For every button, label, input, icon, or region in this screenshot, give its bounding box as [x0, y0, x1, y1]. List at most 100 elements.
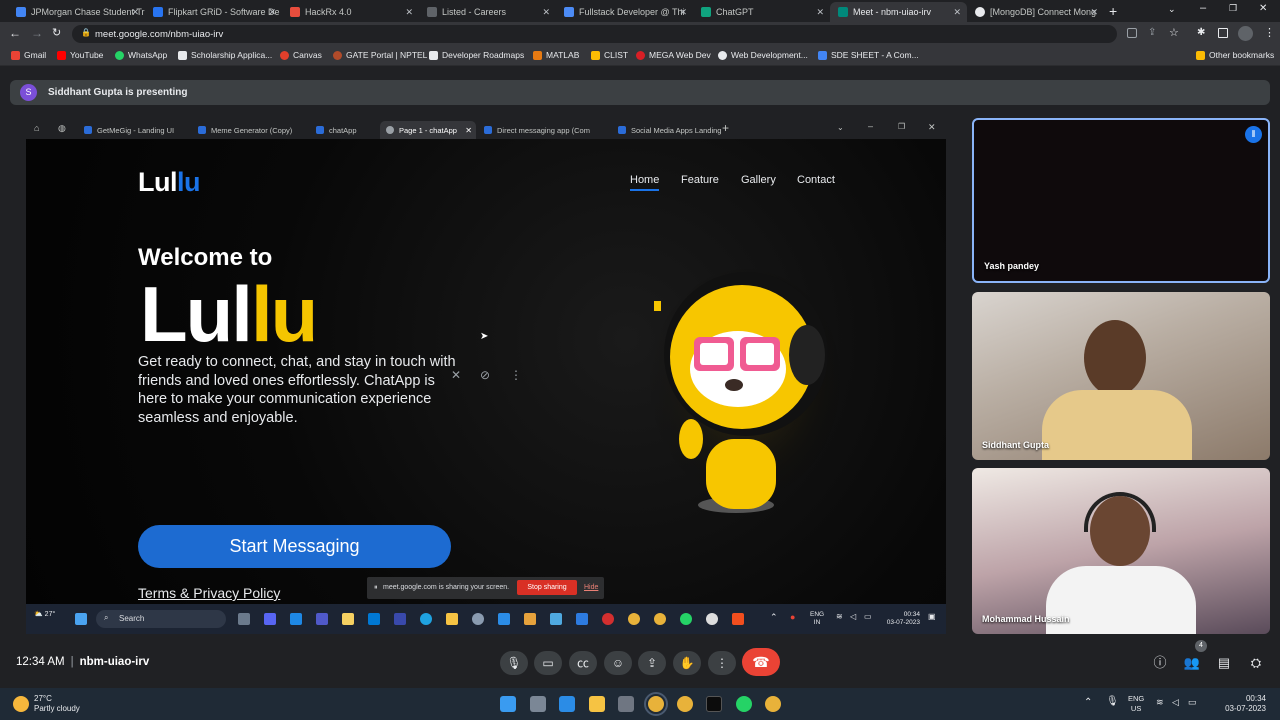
chat-button[interactable]: ▤ [1214, 653, 1234, 673]
browser-tab[interactable]: HackRx 4.0 ✕ [282, 2, 419, 22]
windows-start-icon[interactable] [500, 696, 516, 712]
camera-button[interactable]: ▭ [534, 651, 562, 675]
forward-icon[interactable]: → [31, 26, 43, 40]
browser-tab[interactable]: Flipkart GRiD - Software De ✕ [145, 2, 282, 22]
app-icon[interactable] [618, 696, 634, 712]
participant-video-body [1042, 390, 1192, 460]
bookmark-star-icon[interactable]: ☆ [1169, 26, 1179, 39]
bookmark-sde-sheet[interactable]: SDE SHEET - A Com... [818, 50, 919, 60]
menu-kebab-icon[interactable]: ⋮ [1264, 26, 1275, 39]
raise-hand-button[interactable]: ✋ [673, 651, 701, 675]
terminal-icon[interactable] [706, 696, 722, 712]
file-explorer-icon[interactable] [589, 696, 605, 712]
people-button[interactable]: 👥 [1182, 653, 1202, 673]
close-icon[interactable]: ✕ [679, 7, 687, 18]
tab-label: JPMorgan Chase Student Tr [31, 7, 145, 17]
bookmark-youtube[interactable]: YouTube [57, 50, 103, 60]
bookmark-label: Web Development... [731, 50, 808, 60]
captions-button[interactable]: ㏄ [569, 651, 597, 675]
clock-time: 00:34 [1245, 694, 1266, 703]
bookmark-roadmaps[interactable]: Developer Roadmaps [429, 50, 524, 60]
reactions-button[interactable]: ☺ [604, 651, 632, 675]
tab-label: ChatGPT [716, 7, 754, 17]
volume-icon[interactable]: ◁ [1172, 697, 1179, 708]
activities-button[interactable]: ⛭ [1246, 653, 1266, 673]
browser-tab[interactable]: Fullstack Developer @ Thi ✕ [556, 2, 693, 22]
lang-top: ENG [1128, 694, 1145, 703]
camera-in-use-icon[interactable] [1127, 28, 1137, 38]
bookmark-canvas[interactable]: Canvas [280, 50, 322, 60]
leave-call-button[interactable]: ☎ [742, 648, 780, 676]
close-icon[interactable]: ✕ [268, 7, 276, 18]
mic-icon[interactable]: 🎙 [1106, 696, 1119, 707]
more-options-button[interactable]: ⋮ [708, 651, 736, 675]
lang-top: ENG [810, 611, 825, 618]
more-options-icon[interactable]: ⋮ [510, 368, 522, 382]
extensions-icon[interactable]: ✱ [1197, 27, 1205, 38]
hide-sharing-notice-link[interactable]: Hide [584, 584, 598, 591]
other-bookmarks[interactable]: Other bookmarks [1196, 50, 1274, 60]
system-clock[interactable]: 00:34 03-07-2023 [1225, 694, 1266, 714]
tab-search-icon[interactable]: ⌄ [1168, 4, 1176, 15]
weather-icon[interactable] [13, 696, 29, 712]
meet-control-bar: 12:34 AM | nbm-uiao-irv 🎙 ▭ ㏄ ☺ ⇪ ✋ ⋮ ☎ ⓘ … [0, 640, 1280, 686]
chrome-icon[interactable] [644, 692, 668, 716]
participant-tile-mohammad[interactable]: Mohammad Hussain [972, 468, 1270, 634]
weather-widget[interactable]: 27°C Partly cloudy [34, 694, 80, 714]
unpin-icon[interactable]: ✕ [451, 368, 461, 382]
close-icon[interactable]: ✕ [1090, 7, 1098, 18]
chevron-up-icon[interactable]: ⌃ [1084, 697, 1092, 708]
bookmark-clist[interactable]: CLIST [591, 50, 628, 60]
bookmark-web-development[interactable]: Web Development... [718, 50, 808, 60]
battery-icon[interactable]: ▭ [1188, 697, 1197, 708]
browser-tab-active[interactable]: Meet - nbm-uiao-irv ✕ [830, 2, 967, 22]
tab-label: Flipkart GRiD - Software De [168, 7, 280, 17]
tab-label: Meet - nbm-uiao-irv [853, 7, 932, 17]
profile-avatar[interactable] [1238, 26, 1253, 41]
close-icon[interactable]: ✕ [816, 7, 824, 18]
present-button[interactable]: ⇪ [638, 651, 666, 675]
microphone-button[interactable]: 🎙 [500, 651, 528, 675]
chrome-icon[interactable] [765, 696, 781, 712]
side-panel-icon[interactable] [1218, 28, 1228, 38]
wifi-icon[interactable]: ≋ [1156, 697, 1164, 708]
browser-tab[interactable]: ChatGPT ✕ [693, 2, 830, 22]
restore-icon[interactable]: ❐ [1229, 3, 1237, 14]
whatsapp-icon[interactable] [736, 696, 752, 712]
share-icon[interactable]: ⇪ [1148, 27, 1156, 38]
tab-favicon-icon [484, 126, 492, 134]
chevron-down-icon: ⌄ [837, 123, 844, 132]
close-icon[interactable]: ✕ [131, 7, 139, 18]
bookmark-matlab[interactable]: MATLAB [533, 50, 579, 60]
browser-tab-strip: JPMorgan Chase Student Tr ✕ Flipkart GRiD… [0, 0, 1280, 22]
close-icon[interactable]: ✕ [953, 7, 961, 18]
browser-tab[interactable]: [MongoDB] Connect Mong ✕ [967, 2, 1104, 22]
address-bar[interactable]: 🔒 meet.google.com/nbm-uiao-irv [72, 25, 1117, 43]
bookmark-gmail[interactable]: Gmail [11, 50, 46, 60]
back-icon[interactable]: ← [9, 26, 21, 40]
close-icon[interactable]: ✕ [405, 7, 413, 18]
bookmark-label: MATLAB [546, 50, 580, 60]
browser-tab[interactable]: Listed - Careers ✕ [419, 2, 556, 22]
hide-video-icon[interactable]: ⊘ [480, 368, 490, 382]
participant-tile-siddhant[interactable]: Siddhant Gupta [972, 292, 1270, 460]
meeting-details-button[interactable]: ⓘ [1150, 653, 1170, 673]
language-indicator[interactable]: ENG US [1128, 694, 1144, 714]
chrome-icon[interactable] [677, 696, 693, 712]
new-tab-icon[interactable]: + [1109, 3, 1117, 19]
bookmark-gate-nptel[interactable]: GATE Portal | NPTEL [333, 50, 427, 60]
close-icon[interactable]: ✕ [542, 7, 550, 18]
bookmark-whatsapp[interactable]: WhatsApp [115, 50, 167, 60]
stop-sharing-button[interactable]: Stop sharing [517, 580, 577, 595]
bookmark-scholarship[interactable]: Scholarship Applica... [178, 50, 272, 60]
chrome-icon [628, 613, 640, 625]
minimize-icon[interactable]: – [1200, 2, 1206, 14]
browser-tab[interactable]: JPMorgan Chase Student Tr ✕ [8, 2, 145, 22]
participant-tile-yash[interactable]: ⦀ Yash pandey [972, 118, 1270, 283]
close-window-icon[interactable]: ✕ [1259, 3, 1267, 14]
task-view-icon[interactable] [530, 696, 546, 712]
git-icon [524, 613, 536, 625]
bookmark-mega-web-dev[interactable]: MEGA Web Dev [636, 50, 711, 60]
reload-icon[interactable]: ↻ [52, 26, 61, 39]
vscode-icon[interactable] [559, 696, 575, 712]
